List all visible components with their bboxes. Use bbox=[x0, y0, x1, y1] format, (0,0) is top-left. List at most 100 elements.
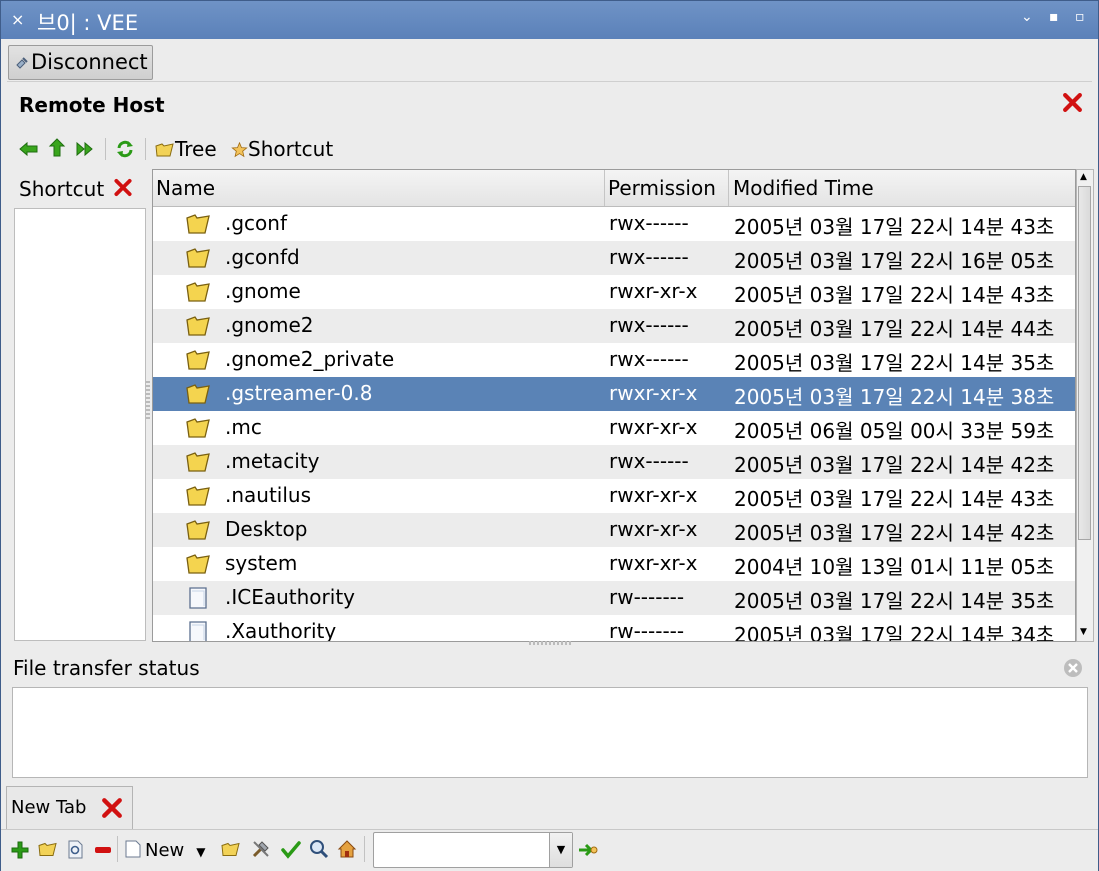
open-folder-icon[interactable] bbox=[221, 841, 241, 858]
file-modified-time: 2005년 03월 17일 22시 14분 43초 bbox=[734, 487, 1055, 511]
column-header-permission[interactable]: Permission bbox=[605, 170, 729, 206]
table-row[interactable]: .gnome rwxr-xr-x 2005년 03월 17일 22시 14분 43초 bbox=[153, 275, 1075, 309]
file-name: system bbox=[225, 551, 298, 575]
file-name: .gconfd bbox=[225, 245, 300, 269]
window-restore-button[interactable]: ▫ bbox=[1075, 9, 1085, 25]
table-row[interactable]: .Xauthority rw------- 2005년 03월 17일 22시 14… bbox=[153, 615, 1075, 641]
check-icon[interactable] bbox=[281, 841, 301, 859]
bottom-toolbar: New ▼ ▼ bbox=[1, 829, 1098, 871]
table-row[interactable]: Desktop rwxr-xr-x 2005년 03월 17일 22시 14분 42… bbox=[153, 513, 1075, 547]
folder-icon bbox=[186, 248, 210, 268]
disconnect-button[interactable]: Disconnect bbox=[8, 45, 153, 80]
table-row[interactable]: .gstreamer-0.8 rwxr-xr-x 2005년 03월 17일 22시… bbox=[153, 377, 1075, 411]
app-window: × 브0| : VEE ⌄ ▪ ▫ Disconnect Remote Host… bbox=[0, 0, 1099, 871]
window-titlebar[interactable]: × 브0| : VEE ⌄ ▪ ▫ bbox=[1, 1, 1098, 39]
remove-icon[interactable] bbox=[95, 847, 111, 853]
close-tab-icon[interactable] bbox=[101, 797, 123, 819]
column-header-name[interactable]: Name bbox=[153, 170, 605, 206]
window-title: 브0| : VEE bbox=[37, 11, 139, 35]
file-name: .mc bbox=[225, 415, 262, 439]
folder-icon bbox=[186, 418, 210, 438]
transfer-status-area bbox=[12, 687, 1088, 778]
path-combo-box[interactable]: ▼ bbox=[373, 832, 573, 868]
disconnect-label: Disconnect bbox=[31, 50, 148, 74]
up-arrow-icon[interactable] bbox=[48, 138, 66, 158]
remote-file-list[interactable]: Name Permission Modified Time .gconf rwx-… bbox=[152, 169, 1076, 642]
file-modified-time: 2005년 06월 05일 00시 33분 59초 bbox=[734, 419, 1055, 443]
toolbar-separator bbox=[105, 138, 106, 160]
shortcut-list[interactable] bbox=[14, 208, 146, 641]
home-icon[interactable] bbox=[337, 839, 357, 859]
file-modified-time: 2005년 03월 17일 22시 16분 05초 bbox=[734, 249, 1055, 273]
tab-label: New Tab bbox=[11, 797, 87, 818]
go-icon[interactable] bbox=[578, 842, 598, 858]
folder-icon bbox=[186, 486, 210, 506]
file-permission: rwx------ bbox=[609, 313, 689, 337]
file-permission: rwx------ bbox=[609, 449, 689, 473]
shortcut-button[interactable]: Shortcut bbox=[231, 137, 333, 163]
file-modified-time: 2005년 03월 17일 22시 14분 35초 bbox=[734, 351, 1055, 375]
scroll-down-icon[interactable]: ▼ bbox=[1080, 627, 1087, 637]
new-dropdown-button[interactable]: New ▼ bbox=[125, 840, 206, 862]
disconnect-icon bbox=[16, 57, 28, 69]
back-arrow-icon[interactable] bbox=[19, 141, 39, 157]
tree-button[interactable]: Tree bbox=[155, 137, 217, 163]
chevron-down-icon: ▼ bbox=[196, 845, 206, 859]
forward-arrow-icon[interactable] bbox=[75, 141, 95, 157]
open-folder-icon[interactable] bbox=[38, 841, 58, 858]
column-header-modified-time[interactable]: Modified Time bbox=[730, 170, 1074, 206]
scroll-up-icon[interactable]: ▲ bbox=[1080, 172, 1087, 182]
folder-icon bbox=[186, 520, 210, 540]
table-row[interactable]: .nautilus rwxr-xr-x 2005년 03월 17일 22시 14분 … bbox=[153, 479, 1075, 513]
folder-icon bbox=[186, 350, 210, 370]
find-file-icon[interactable] bbox=[67, 840, 84, 859]
window-maximize-button[interactable]: ▪ bbox=[1049, 9, 1059, 25]
pane-resize-handle[interactable] bbox=[529, 641, 571, 645]
file-name: .metacity bbox=[225, 449, 320, 473]
close-shortcut-panel-icon[interactable] bbox=[113, 178, 133, 197]
folder-icon bbox=[186, 282, 210, 302]
table-row[interactable]: .metacity rwx------ 2005년 03월 17일 22시 14분 … bbox=[153, 445, 1075, 479]
table-row[interactable]: system rwxr-xr-x 2004년 10월 13일 01시 11분 05초 bbox=[153, 547, 1075, 581]
chevron-down-icon[interactable]: ▼ bbox=[549, 833, 572, 867]
table-row[interactable]: .gnome2_private rwx------ 2005년 03월 17일 22… bbox=[153, 343, 1075, 377]
toolbar-separator bbox=[117, 836, 118, 862]
shortcut-label: Shortcut bbox=[248, 137, 334, 161]
window-close-button[interactable]: × bbox=[11, 10, 24, 29]
file-modified-time: 2005년 03월 17일 22시 14분 43초 bbox=[734, 283, 1055, 307]
file-modified-time: 2005년 03월 17일 22시 14분 42초 bbox=[734, 453, 1055, 477]
table-row[interactable]: .mc rwxr-xr-x 2005년 06월 05일 00시 33분 59초 bbox=[153, 411, 1075, 445]
close-transfer-icon[interactable] bbox=[1063, 658, 1083, 678]
file-permission: rwx------ bbox=[609, 347, 689, 371]
scrollbar-thumb[interactable] bbox=[1078, 186, 1091, 540]
table-row[interactable]: .gnome2 rwx------ 2005년 03월 17일 22시 14분 44… bbox=[153, 309, 1075, 343]
file-name: Desktop bbox=[225, 517, 308, 541]
refresh-icon[interactable] bbox=[115, 139, 135, 159]
table-row[interactable]: .gconf rwx------ 2005년 03월 17일 22시 14분 43초 bbox=[153, 207, 1075, 241]
tools-icon[interactable] bbox=[251, 839, 271, 859]
file-list-header: Name Permission Modified Time bbox=[153, 170, 1075, 207]
close-remote-icon[interactable] bbox=[1062, 92, 1083, 113]
file-name: .gnome bbox=[225, 279, 301, 303]
file-permission: rwxr-xr-x bbox=[609, 279, 698, 303]
folder-icon bbox=[186, 316, 210, 336]
add-icon[interactable] bbox=[11, 841, 29, 859]
file-name: .gnome2 bbox=[225, 313, 314, 337]
window-minimize-button[interactable]: ⌄ bbox=[1021, 9, 1033, 25]
table-row[interactable]: .gconfd rwx------ 2005년 03월 17일 22시 16분 05… bbox=[153, 241, 1075, 275]
tab-new-tab[interactable]: New Tab bbox=[6, 786, 133, 829]
file-name: .nautilus bbox=[225, 483, 312, 507]
star-icon bbox=[231, 142, 248, 158]
file-modified-time: 2005년 03월 17일 22시 14분 42초 bbox=[734, 521, 1055, 545]
file-name: .gnome2_private bbox=[225, 347, 395, 371]
table-row[interactable]: .ICEauthority rw------- 2005년 03월 17일 22시 … bbox=[153, 581, 1075, 615]
file-modified-time: 2005년 03월 17일 22시 14분 38초 bbox=[734, 385, 1055, 409]
pane-resize-handle[interactable] bbox=[146, 381, 150, 421]
file-name: .gstreamer-0.8 bbox=[225, 381, 373, 405]
file-modified-time: 2005년 03월 17일 22시 14분 44초 bbox=[734, 317, 1055, 341]
file-list-scrollbar[interactable]: ▲ ▼ bbox=[1076, 169, 1094, 642]
shortcut-panel-title: Shortcut bbox=[19, 177, 133, 201]
zoom-icon[interactable] bbox=[309, 839, 329, 859]
transfer-status-label: File transfer status bbox=[13, 656, 200, 680]
file-permission: rwxr-xr-x bbox=[609, 517, 698, 541]
